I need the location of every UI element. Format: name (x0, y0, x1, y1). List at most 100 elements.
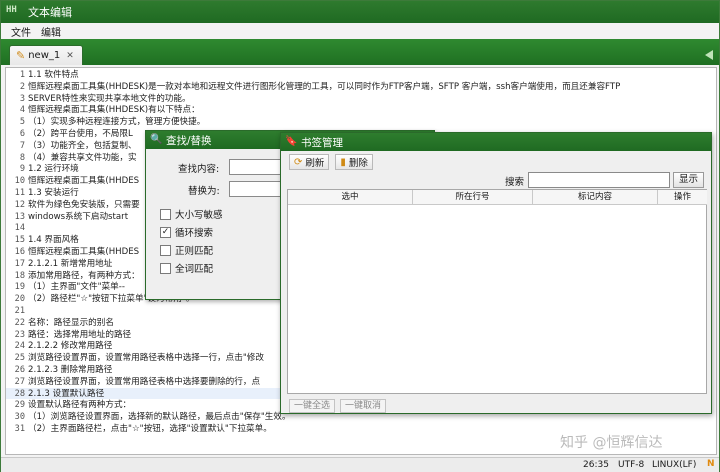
editor-line[interactable]: 3 SERVER特性来实现共享本地文件的功能。 (6, 94, 191, 106)
option-case-sensitive[interactable]: 大小写敏感 (160, 207, 223, 221)
tab-scroll-left-icon[interactable] (705, 50, 713, 60)
line-text: 1.3 安装运行 (28, 188, 79, 198)
editor-line[interactable]: 25 浏览路径设置界面，设置常用路径表格中选择一行，点击"修改 (6, 353, 264, 365)
editor-line[interactable]: 28 2.1.3 设置默认路径 (6, 388, 105, 401)
checkbox[interactable] (160, 262, 171, 274)
editor-line[interactable]: 15 1.4 界面风格 (6, 235, 79, 247)
line-number: 27 (14, 376, 25, 387)
title-bar[interactable]: HH 文本编辑 (1, 1, 719, 23)
column-header-action[interactable]: 操作 (658, 190, 707, 205)
editor-line[interactable]: 7 （3）功能齐全，包括复制、 (6, 141, 137, 153)
line-text: windows系统下启动start (28, 211, 129, 222)
editor-line[interactable]: 10 恒辉远程桌面工具集(HHDES (6, 176, 139, 188)
editor-line[interactable]: 2 恒辉远程桌面工具集(HHDESK)是一款对本地和远程文件进行图形化管理的工具，… (6, 82, 620, 94)
menu-bar: 文件 编辑 (1, 23, 719, 39)
app-icon: HH (6, 5, 17, 15)
editor-line[interactable]: 23 路径：选择常用地址的路径 (6, 330, 132, 342)
editor-line[interactable]: 29 设置默认路径有两种方式： (6, 400, 132, 412)
line-text: SERVER特性来实现共享本地文件的功能。 (28, 93, 191, 104)
menu-file[interactable]: 文件 (11, 24, 31, 39)
delete-button[interactable]: ▮ 删除 (335, 154, 373, 170)
checkbox[interactable] (160, 208, 171, 220)
editor-line[interactable]: 19 （1）主界面"文件"菜单-- (6, 282, 125, 294)
line-text: 恒辉远程桌面工具集(HHDESK)是一款对本地和远程文件进行图形化管理的工具，可… (28, 81, 621, 92)
checkbox-checked[interactable]: ✓ (160, 226, 171, 238)
editor-line[interactable]: 18 添加常用路径，有两种方式： (6, 271, 140, 283)
line-number: 4 (19, 105, 25, 116)
line-text: 1.2 运行环境 (28, 164, 79, 175)
line-number: 12 (14, 199, 25, 210)
refresh-button[interactable]: ⟳ 刷新 (289, 154, 330, 170)
editor-line[interactable]: 5 （1）实现多种远程连接方式，管理方便快捷。 (6, 117, 206, 129)
editor-line[interactable]: 8 （4）兼容共享文件功能，实 (6, 153, 137, 165)
line-text: 恒辉远程桌面工具集(HHDESK)有以下特点： (28, 105, 200, 116)
bookmark-icon: 🔖 (285, 136, 298, 147)
menu-edit[interactable]: 编辑 (41, 24, 61, 39)
find-dialog-title: 查找/替换 (166, 134, 212, 147)
line-text: 添加常用路径，有两种方式： (28, 270, 140, 281)
encoding[interactable]: UTF-8 (618, 460, 644, 470)
editor-line[interactable]: 22 名称：路径显示的别名 (6, 318, 114, 330)
editor-line[interactable]: 6 （2）跨平台使用，不局限L (6, 129, 133, 141)
editor-line[interactable]: 1 1.1 软件特点 (6, 70, 79, 82)
line-text: 设置默认路径有两种方式： (28, 400, 132, 411)
line-ending[interactable]: LINUX(LF) (652, 460, 696, 470)
delete-icon: ▮ (340, 156, 346, 168)
line-number: 26 (14, 365, 25, 375)
editor-line[interactable]: 13 windows系统下启动start (6, 212, 128, 224)
editor-line[interactable]: 16 恒辉远程桌面工具集(HHDES (6, 247, 139, 259)
select-all-button[interactable]: 一键全选 (289, 399, 336, 413)
line-number: 19 (14, 282, 25, 293)
line-text: 软件为绿色免安装版，只需要 (28, 199, 140, 210)
line-number: 13 (14, 211, 25, 222)
line-text: 2.1.2.1 新增常用地址 (28, 258, 113, 269)
line-number: 24 (14, 341, 25, 352)
editor-line[interactable]: 14 (6, 223, 28, 235)
window-title: 文本编辑 (28, 6, 72, 19)
line-text: （4）兼容共享文件功能，实 (28, 152, 137, 163)
line-number: 8 (19, 152, 25, 163)
line-number: 29 (14, 400, 25, 411)
line-number: 25 (14, 353, 25, 364)
tab-new-1[interactable]: ✎ new_1 ✕ (9, 45, 83, 65)
checkbox[interactable] (160, 244, 171, 256)
cancel-all-button[interactable]: 一键取消 (340, 399, 387, 413)
bookmark-table[interactable]: 选中 所在行号 标记内容 操作 (287, 189, 707, 394)
line-number: 21 (14, 306, 25, 316)
line-text: 恒辉远程桌面工具集(HHDES (28, 247, 140, 257)
editor-line[interactable]: 27 浏览路径设置界面，设置常用路径表格中选择要删除的行，点 (6, 377, 260, 389)
option-regex[interactable]: 正则匹配 (160, 243, 213, 257)
show-button[interactable]: 显示 (673, 172, 704, 188)
search-icon: 🔍 (150, 134, 163, 145)
line-text: 名称：路径显示的别名 (28, 317, 114, 328)
line-number: 14 (14, 223, 25, 234)
line-number: 5 (19, 117, 25, 128)
bookmark-dialog-title-bar[interactable]: 🔖 书签管理 (281, 133, 711, 151)
line-number: 20 (14, 294, 25, 305)
editor-line[interactable]: 17 2.1.2.1 新增常用地址 (6, 258, 113, 271)
tab-strip: ✎ new_1 ✕ (1, 39, 719, 65)
line-text: 2.1.3 设置默认路径 (28, 388, 105, 399)
close-tab-icon[interactable]: ✕ (66, 51, 74, 61)
line-text: （3）功能齐全，包括复制、 (28, 140, 137, 151)
column-header-selected[interactable]: 选中 (288, 190, 413, 205)
editor-line[interactable]: 9 1.2 运行环境 (6, 164, 79, 176)
editor-line[interactable]: 24 2.1.2.2 修改常用路径 (6, 341, 113, 353)
column-header-line-number[interactable]: 所在行号 (413, 190, 533, 205)
editor-line[interactable]: 21 (6, 306, 28, 318)
editor-line[interactable]: 12 软件为绿色免安装版，只需要 (6, 200, 140, 212)
editor-line[interactable]: 26 2.1.2.3 删除常用路径 (6, 365, 113, 377)
editor-line[interactable]: 11 1.3 安装运行 (6, 188, 79, 200)
editor-line[interactable]: 31 （2）主界面路径栏，点击"☆"按钮，选择"设置默认"下拉菜单。 (6, 424, 272, 436)
line-text: （2）跨平台使用，不局限L (28, 129, 133, 139)
option-label: 循环搜索 (175, 228, 214, 239)
option-whole-word[interactable]: 全词匹配 (160, 261, 213, 275)
editor-line[interactable]: 4 恒辉远程桌面工具集(HHDESK)有以下特点： (6, 105, 200, 117)
line-number: 2 (19, 81, 25, 92)
option-wrap-search[interactable]: ✓ 循环搜索 (160, 225, 213, 239)
line-number: 30 (14, 412, 25, 423)
line-number: 15 (14, 235, 25, 246)
bookmark-search-input[interactable] (528, 172, 670, 188)
editor-line[interactable]: 30 （1）浏览路径设置界面，选择新的默认路径，最后点击"保存"生效。 (6, 412, 291, 424)
column-header-content[interactable]: 标记内容 (533, 190, 658, 205)
